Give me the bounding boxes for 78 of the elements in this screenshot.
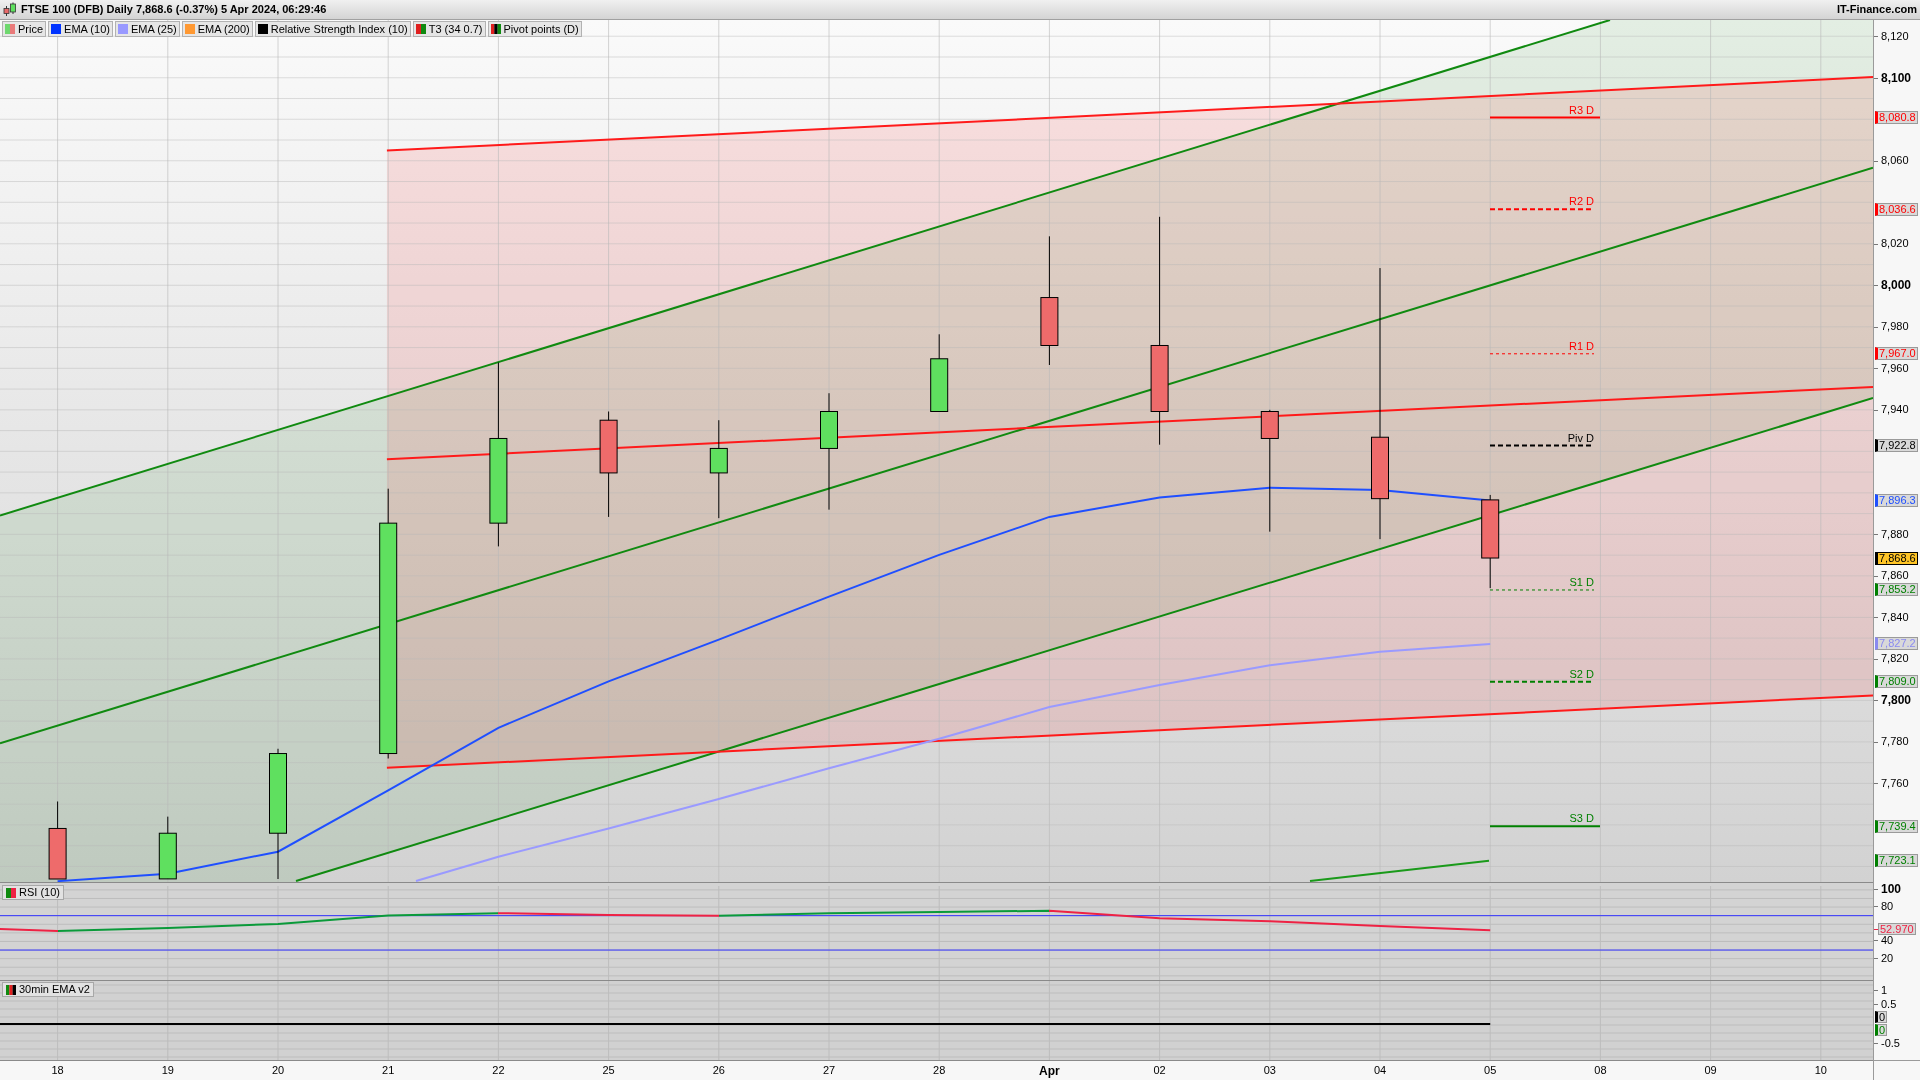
axis-label: 0.5 [1881,998,1897,1010]
axis-label: 7,940 [1881,404,1909,416]
axis-label: 03 [1263,1065,1276,1076]
price-tag: 7,896.3 [1875,494,1918,507]
axis-label: 80 [1881,901,1894,913]
axis-label: Apr [1039,1065,1060,1077]
axis-label: 26 [712,1065,725,1076]
axis-label: 1 [1881,984,1888,996]
pivot-label: S1 D [1569,576,1594,588]
swatch-icon [5,24,15,34]
axis-label: 7,880 [1881,528,1909,540]
price-tag: 7,827.2 [1875,637,1918,651]
axis-label: 8,120 [1881,30,1909,42]
pivot-label: S2 D [1569,668,1594,680]
panel-label[interactable]: 30min EMA v2 [2,982,94,997]
candlestick [158,816,177,880]
axis-label: 7,820 [1881,653,1909,665]
price-tag: 7,809.0 [1875,675,1918,689]
legend-item[interactable]: EMA (10) [48,21,113,37]
axis-label: 7,860 [1881,570,1909,582]
swatch-icon [415,24,426,34]
axis-label: 21 [382,1065,395,1076]
axis-label: 7,800 [1881,694,1912,707]
axis-label: 8,000 [1881,279,1912,292]
axis-label: 02 [1153,1065,1166,1076]
price-tag: 7,922.8 [1875,439,1918,452]
axis-label: 100 [1881,882,1902,895]
value-tag: 52.970 [1878,923,1916,936]
axis-label: 09 [1704,1065,1717,1076]
price-tag: 8,080.8 [1875,111,1918,125]
axis-label: 8,060 [1881,155,1909,167]
swatch-icon [6,984,16,995]
legend-item[interactable]: EMA (25) [114,21,180,37]
price-tag: 7,967.0 [1875,347,1918,361]
axis-label: 7,760 [1881,777,1909,789]
axis-label: 20 [271,1065,285,1076]
pivot-label: R2 D [1568,196,1594,208]
axis-label: 8,100 [1881,71,1912,84]
value-tag: 0 [1875,1024,1888,1036]
price-tag: 7,853.2 [1875,583,1918,597]
price-tag: 7,739.4 [1875,819,1918,833]
axis-label: 8,020 [1881,238,1909,250]
window-title: FTSE 100 (DFB) Daily 7,868.6 (-0.37%) 5 Apr 2024, 06:29:46 [21,4,327,15]
panel-label[interactable]: RSI (10) [2,885,64,900]
axis-label: 10 [1814,1065,1827,1076]
axis-label: 20 [1881,952,1894,964]
axis-label: 25 [602,1065,615,1076]
legend-item[interactable]: Pivot points (D) [487,21,582,37]
axis-label: 05 [1484,1065,1497,1076]
axis-label: 7,960 [1881,362,1909,374]
axis-label: -0.5 [1881,1037,1900,1049]
legend-item[interactable]: Relative Strength Index (10) [254,21,411,37]
axis-label: 7,840 [1881,611,1909,623]
pivot-label: Piv D [1567,432,1594,444]
brand-label: IT-Finance.com [1836,4,1917,15]
axis-label: 27 [822,1065,836,1076]
axis-label: 7,780 [1881,736,1909,748]
axis-label: 18 [51,1065,64,1076]
price-tag: 7,723.1 [1875,853,1918,867]
axis-label: 22 [492,1065,505,1076]
axis-label: 08 [1594,1065,1607,1076]
pivot-label: R1 D [1568,340,1594,352]
pivot-label: R3 D [1568,104,1594,116]
axis-label: 7,980 [1881,321,1909,333]
value-tag: 0 [1875,1011,1888,1023]
legend-item[interactable]: EMA (200) [181,21,253,37]
price-tag: 7,868.6 [1875,551,1918,565]
swatch-icon [490,24,501,34]
legend-item[interactable]: Price [2,21,47,37]
axis-label: 19 [161,1065,174,1076]
axis-label: 04 [1373,1065,1387,1076]
swatch-icon [6,887,16,898]
legend-item[interactable]: T3 (34 0.7) [412,21,486,37]
axis-label: 28 [933,1065,946,1076]
price-tag: 8,036.6 [1875,202,1918,216]
candlestick-icon [3,2,17,17]
axis-label: 40 [1881,935,1894,947]
pivot-label: S3 D [1569,813,1594,825]
